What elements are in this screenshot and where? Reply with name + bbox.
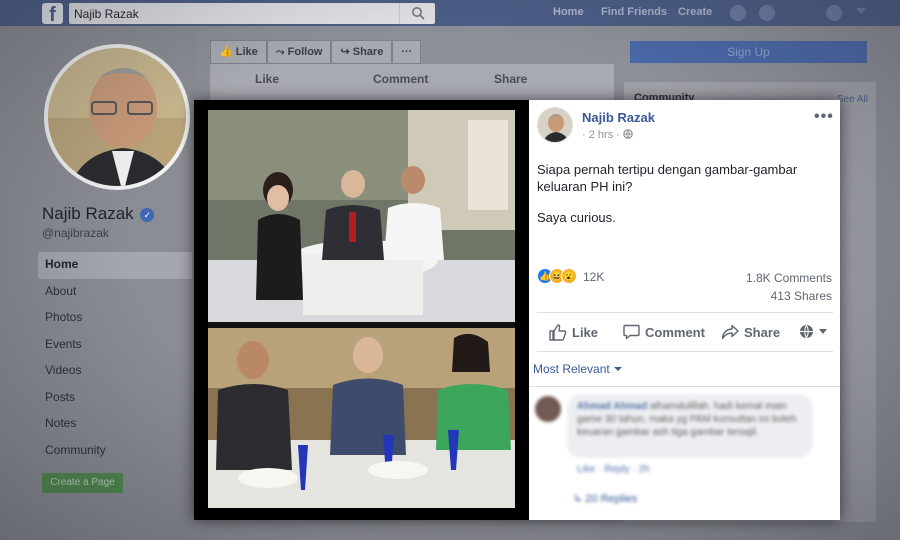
post-action-bar: Like Comment Share [537,319,833,349]
wow-reaction-icon: 😮 [561,268,577,284]
share-icon [721,324,739,340]
commenter-name[interactable]: Ahmad Ahmad [577,401,647,412]
verified-badge-icon: ✓ [140,208,155,222]
like-button-label: Like [572,325,599,340]
page-follow-label: Follow [287,46,323,58]
top-navigation-bar: f Home Find Friends Create [0,0,900,26]
post-timestamp[interactable]: · 2 hrs · [582,129,633,141]
share-button[interactable]: Share [721,324,780,340]
comment-actions[interactable]: Like · Reply · 2h [577,464,650,475]
comment-bubble: Ahmad Ahmad alhamdulillah. hadi kemal ma… [567,394,813,458]
help-icon[interactable] [826,5,842,21]
comment-icon [623,324,640,340]
friend-requests-icon[interactable] [730,5,746,21]
messages-icon[interactable] [759,5,775,21]
comment-button-label: Comment [645,324,705,340]
author-avatar[interactable] [537,107,573,143]
comments-count-link[interactable]: 1.8K Comments [746,271,832,285]
profile-name-text: Najib Razak [42,204,134,223]
divider [529,386,840,387]
author-name-link[interactable]: Najib Razak [582,110,655,125]
profile-name: Najib Razak ✓ [42,204,155,224]
post-text: Siapa pernah tertipu dengan gambar-gamba… [537,161,827,240]
replies-count: 20 Replies [585,493,638,505]
share-button-label: Share [744,324,781,340]
globe-icon [800,324,813,339]
comment-sort-dropdown[interactable]: Most Relevant [533,362,622,376]
view-replies-link[interactable]: ↳ 20 Replies [573,492,637,505]
comment-item: Ahmad Ahmad alhamdulillah. hadi kemal ma… [533,394,833,484]
page-more-button[interactable]: ··· [392,40,422,64]
more-options-icon[interactable]: ••• [814,108,834,126]
background-post-actions: Like Comment Share [210,64,614,100]
divider [537,351,833,352]
bg-share-action[interactable]: Share [494,72,527,86]
facebook-logo[interactable]: f [42,3,63,24]
bg-like-action[interactable]: Like [255,72,279,86]
post-text-line-2: Saya curious. [537,210,616,225]
photo-theater-modal: Najib Razak · 2 hrs · ••• Siapa pernah t… [194,100,840,520]
page-action-bar: 👍 Like ⤳ Follow ↪ Share ··· [210,40,422,64]
shares-count-link[interactable]: 413 Shares [771,289,832,303]
see-all-link[interactable]: See All [837,94,868,105]
post-text-line-1: Siapa pernah tertipu dengan gambar-gamba… [537,162,798,194]
top-link-create[interactable]: Create [678,6,712,18]
like-button[interactable]: Like [549,324,598,341]
nav-item-photos[interactable]: Photos [38,305,192,332]
top-link-find-friends[interactable]: Find Friends [601,6,667,18]
nav-item-posts[interactable]: Posts [38,385,192,412]
globe-icon [623,129,633,139]
comment-button[interactable]: Comment [623,324,705,340]
nav-item-community[interactable]: Community [38,438,192,465]
chevron-down-icon [819,329,827,334]
commenter-avatar[interactable] [535,396,561,422]
post-time-text: 2 hrs [588,129,614,141]
search-input[interactable] [69,3,399,24]
nav-item-notes[interactable]: Notes [38,411,192,438]
bg-comment-action[interactable]: Comment [373,72,428,86]
comment-sort-label: Most Relevant [533,362,610,376]
page-like-label: Like [235,46,258,58]
nav-item-home[interactable]: Home [38,252,192,279]
post-details-panel: Najib Razak · 2 hrs · ••• Siapa pernah t… [529,100,840,520]
page-like-button[interactable]: 👍 Like [210,40,267,64]
search-box[interactable] [69,3,435,24]
thumbs-up-icon [549,324,567,341]
post-photo[interactable] [208,110,515,508]
profile-handle: @najibrazak [42,226,109,240]
page-share-label: Share [352,46,384,58]
reaction-count[interactable]: 12K [583,270,604,284]
page-follow-button[interactable]: ⤳ Follow [266,40,332,64]
divider [537,312,833,313]
nav-item-about[interactable]: About [38,279,192,306]
account-menu-icon[interactable] [856,8,866,18]
page-share-button[interactable]: ↪ Share [331,40,393,64]
create-page-button[interactable]: Create a Page [42,473,123,493]
nav-item-events[interactable]: Events [38,332,192,359]
caret-down-icon [613,367,622,371]
search-icon [412,7,425,20]
nav-item-videos[interactable]: Videos [38,358,192,385]
profile-picture[interactable] [44,44,190,190]
top-link-home[interactable]: Home [553,6,584,18]
profile-nav: Home About Photos Events Videos Posts No… [38,252,192,464]
search-button[interactable] [399,3,435,24]
sign-up-button[interactable]: Sign Up [630,41,867,63]
audience-selector[interactable] [799,324,827,339]
